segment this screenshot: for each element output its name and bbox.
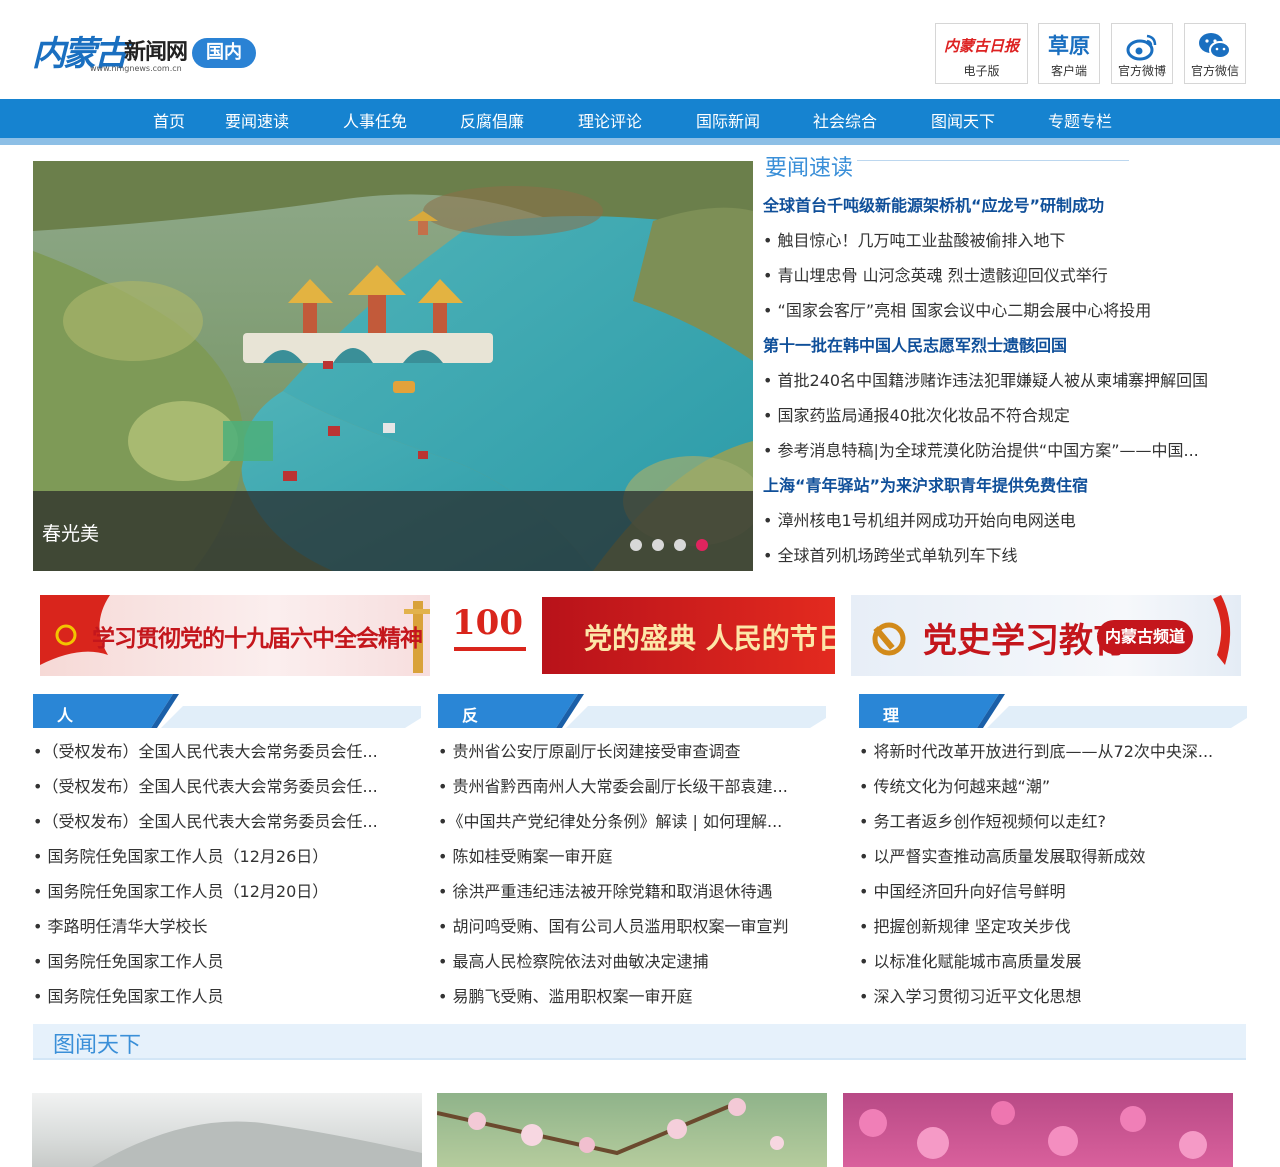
news-item[interactable]: • 全球首列机场跨坐式单轨列车下线 <box>763 542 1018 566</box>
news-headline[interactable]: 全球首台千吨级新能源架桥机“应龙号”研制成功 <box>763 192 1104 216</box>
weibo-button[interactable]: 官方微博 <box>1111 23 1173 84</box>
nav-item-personnel[interactable]: 人事任免 <box>343 110 407 134</box>
news-item[interactable]: • 漳州核电1号机组并网成功开始向电网送电 <box>763 507 1076 531</box>
nav-item-society[interactable]: 社会综合 <box>813 110 877 134</box>
news-item[interactable]: • 首批240名中国籍涉赌诈违法犯罪嫌疑人被从柬埔寨押解回国 <box>763 367 1208 391</box>
slider-dot-3[interactable] <box>674 539 686 551</box>
epaper-button[interactable]: 内蒙古日报 电子版 <box>935 23 1028 84</box>
list-item[interactable]: • 贵州省黔西南州人大常委会副厅长级干部袁建... <box>438 773 788 797</box>
news-title-rule <box>857 160 1129 161</box>
wechat-label: 官方微信 <box>1190 64 1239 78</box>
weibo-label: 官方微博 <box>1117 64 1166 78</box>
banner-party-history[interactable]: 党史学习教育 内蒙古频道 <box>851 595 1241 676</box>
mist-mountain-photo <box>92 1121 422 1167</box>
list-item[interactable]: • 贵州省公安厅原副厅长闵建接受审查调查 <box>438 738 741 762</box>
nav-item-photos[interactable]: 图闻天下 <box>931 110 995 134</box>
slider-dot-1[interactable] <box>630 539 642 551</box>
news-section-title[interactable]: 要闻速读 <box>765 150 853 182</box>
pink-blossom-photo <box>859 1101 1207 1159</box>
banner-history-tag: 内蒙古频道 <box>1097 620 1194 654</box>
personnel-tab-bar <box>33 694 421 728</box>
list-item[interactable]: • 以标准化赋能城市高质量发展 <box>859 948 1082 972</box>
list-item[interactable]: • 国务院任免国家工作人员 <box>33 983 224 1007</box>
list-item[interactable]: • 陈如桂受贿案一审开庭 <box>438 843 613 867</box>
photo-slider[interactable]: 春光美 <box>33 161 753 571</box>
news-item[interactable]: • “国家会客厅”亮相 国家会议中心二期会展中心将投用 <box>763 297 1151 321</box>
anti-corruption-tab-bar <box>438 694 826 728</box>
gallery-title[interactable]: 图闻天下 <box>53 1027 141 1059</box>
app-client-label: 客户端 <box>1050 64 1087 78</box>
epaper-label: 电子版 <box>963 64 1000 78</box>
site-header: 内蒙古 新闻网 www.nmgnews.com.cn 国内 内蒙古日报 电子版 … <box>0 0 1280 99</box>
list-item[interactable]: • 国务院任免国家工作人员（12月20日） <box>33 878 328 902</box>
list-item[interactable]: • 国务院任免国家工作人员 <box>33 948 224 972</box>
personnel-column: 人事任免 •（受权发布）全国人民代表大会常务委员会任... •（受权发布）全国人民代… <box>33 692 433 1012</box>
list-item[interactable]: • 胡问鸣受贿、国有公司人员滥用职权案一审宣判 <box>438 913 789 937</box>
banner-plenum-study[interactable]: 学习贯彻党的十九届六中全会精神 <box>40 595 430 676</box>
news-item[interactable]: • 参考消息特稿|为全球荒漠化防治提供“中国方案”——中国... <box>763 437 1199 461</box>
nav-item-international[interactable]: 国际新闻 <box>696 110 760 134</box>
slider-dot-2[interactable] <box>652 539 664 551</box>
gallery-photo-2[interactable] <box>437 1093 827 1167</box>
list-item[interactable]: • 中国经济回升向好信号鲜明 <box>859 878 1066 902</box>
nav-item-special[interactable]: 专题专栏 <box>1048 110 1112 134</box>
list-item[interactable]: •《中国共产党纪律处分条例》解读 | 如何理解... <box>438 808 782 832</box>
logo-name: 新闻网 <box>124 39 188 65</box>
list-item[interactable]: • 国务院任免国家工作人员（12月26日） <box>33 843 328 867</box>
list-item[interactable]: •（受权发布）全国人民代表大会常务委员会任... <box>33 738 378 762</box>
red-ribbon-icon <box>1213 595 1231 665</box>
hammer-sickle-icon <box>872 622 906 656</box>
banner-centenary-text: 党的盛典 人民的节日 <box>584 622 835 655</box>
list-item[interactable]: • 最高人民检察院依法对曲敏决定逮捕 <box>438 948 709 972</box>
news-headline[interactable]: 第十一批在韩中国人民志愿军烈士遗骸回国 <box>763 332 1067 356</box>
newspaper-logo-icon: 内蒙古日报 <box>943 37 1019 55</box>
blossom-branch-photo <box>437 1098 784 1156</box>
list-item[interactable]: • 务工者返乡创作短视频何以走红? <box>859 808 1106 832</box>
news-item[interactable]: • 国家药监局通报40批次化妆品不符合规定 <box>763 402 1070 426</box>
list-item[interactable]: • 以严督实查推动高质量发展取得新成效 <box>859 843 1146 867</box>
gallery-photo-3[interactable] <box>843 1093 1233 1167</box>
wechat-icon <box>1185 28 1245 64</box>
centenary-emblem: 100 <box>444 595 540 676</box>
news-item[interactable]: • 触目惊心！几万吨工业盐酸被偷排入地下 <box>763 227 1066 251</box>
nav-item-anti-corruption[interactable]: 反腐倡廉 <box>460 110 524 134</box>
app-client-button[interactable]: 草原 客户端 <box>1038 23 1100 84</box>
list-item[interactable]: • 把握创新规律 坚定攻关步伐 <box>859 913 1071 937</box>
list-item[interactable]: • 易鹏飞受贿、滥用职权案一审开庭 <box>438 983 693 1007</box>
slider-dot-4[interactable] <box>696 539 708 551</box>
commentary-tab-bar <box>859 694 1247 728</box>
banner-plenum-text: 学习贯彻党的十九届六中全会精神 <box>92 625 423 652</box>
news-headline[interactable]: 上海“青年驿站”为来沪求职青年提供免费住宿 <box>763 472 1088 496</box>
list-item[interactable]: • 徐洪严重违纪违法被开除党籍和取消退休待遇 <box>438 878 773 902</box>
main-nav: 首页 要闻速读 人事任免 反腐倡廉 理论评论 国际新闻 社会综合 图闻天下 专题… <box>0 99 1280 145</box>
nav-item-commentary[interactable]: 理论评论 <box>578 110 642 134</box>
nav-item-home[interactable]: 首页 <box>153 110 185 134</box>
news-digest-panel: 要闻速读 全球首台千吨级新能源架桥机“应龙号”研制成功 • 触目惊心！几万吨工业盐… <box>763 148 1243 568</box>
wechat-button[interactable]: 官方微信 <box>1184 23 1246 84</box>
gallery-photo-1[interactable] <box>32 1093 422 1167</box>
list-item[interactable]: • 将新时代改革开放进行到底——从72次中央深... <box>859 738 1213 762</box>
list-item[interactable]: •（受权发布）全国人民代表大会常务委员会任... <box>33 773 378 797</box>
weibo-icon <box>1112 28 1172 64</box>
commentary-column: 理论评论 • 将新时代改革开放进行到底——从72次中央深... • 传统文化为何越来… <box>859 692 1259 1012</box>
section-badge: 国内 <box>192 38 256 68</box>
banner-party-centenary[interactable]: 100 党的盛典 人民的节日 <box>444 595 835 676</box>
slider-caption: 春光美 <box>42 523 100 545</box>
slider-caption-bar: 春光美 <box>33 491 753 571</box>
news-item[interactable]: • 青山埋忠骨 山河念英魂 烈士遗骸迎回仪式举行 <box>763 262 1108 286</box>
logo-url: www.nmgnews.com.cn <box>90 64 182 73</box>
anti-corruption-column: 反腐倡廉 • 贵州省公安厅原副厅长闵建接受审查调查 • 贵州省黔西南州人大常委会副厅… <box>438 692 838 1012</box>
centenary-emblem-number: 100 <box>452 603 523 643</box>
list-item[interactable]: • 深入学习贯彻习近平文化思想 <box>859 983 1082 1007</box>
gallery-header: 图闻天下 <box>33 1024 1246 1060</box>
list-item[interactable]: •（受权发布）全国人民代表大会常务委员会任... <box>33 808 378 832</box>
list-item[interactable]: • 李路明任清华大学校长 <box>33 913 208 937</box>
list-item[interactable]: • 传统文化为何越来越“潮” <box>859 773 1050 797</box>
centenary-emblem-strip <box>454 647 526 651</box>
caoyuan-app-icon: 草原 <box>1048 34 1090 58</box>
site-logo[interactable]: 内蒙古 新闻网 www.nmgnews.com.cn 国内 <box>32 22 272 78</box>
nav-item-news-digest[interactable]: 要闻速读 <box>225 110 289 134</box>
